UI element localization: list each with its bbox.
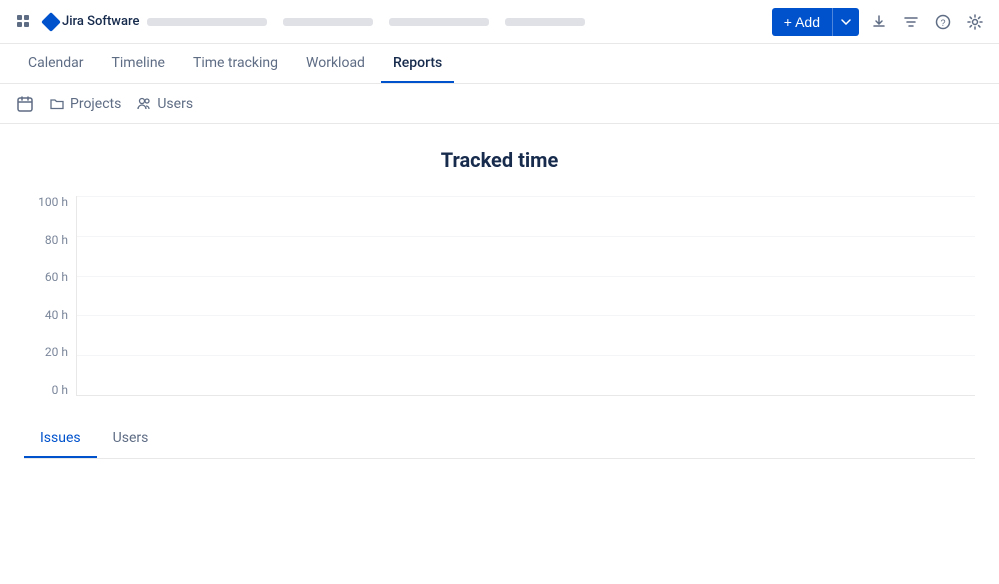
download-button[interactable] (867, 10, 891, 34)
nav-placeholder-3 (389, 18, 489, 26)
chart-title: Tracked time (24, 148, 975, 172)
y-label-20h: 20 h (32, 346, 68, 358)
nav-placeholder-1 (147, 18, 267, 26)
grid-line-100 (77, 196, 975, 197)
chart-area: 0 h 20 h 40 h 60 h 80 h 100 h (24, 196, 975, 396)
settings-button[interactable] (963, 10, 987, 34)
tab-reports[interactable]: Reports (381, 44, 454, 83)
tab-users[interactable]: Users (97, 420, 165, 458)
sub-bar: Projects Users (0, 84, 999, 124)
download-icon (871, 14, 887, 30)
grid-line-40 (77, 315, 975, 316)
app-name: Jira Software (62, 14, 139, 29)
grid-icon (16, 14, 32, 30)
tab-timeline[interactable]: Timeline (100, 44, 177, 83)
grid-line-80 (77, 236, 975, 237)
filter-icon (903, 14, 919, 30)
folder-icon (50, 97, 64, 111)
y-axis: 0 h 20 h 40 h 60 h 80 h 100 h (32, 196, 76, 396)
top-bar-left: Jira Software (12, 10, 764, 34)
grid-menu-button[interactable] (12, 10, 36, 34)
nav-placeholder-4 (505, 18, 585, 26)
projects-filter[interactable]: Projects (50, 92, 121, 116)
tab-issues[interactable]: Issues (24, 420, 97, 458)
users-icon (137, 97, 151, 111)
add-button-group: + Add (772, 8, 859, 36)
settings-icon (967, 14, 983, 30)
nav-placeholders (147, 18, 763, 26)
grid-line-60 (77, 276, 975, 277)
calendar-icon-button[interactable] (16, 95, 34, 113)
calendar-icon (16, 95, 34, 113)
chart-plot (76, 196, 975, 396)
users-label: Users (157, 96, 193, 112)
svg-text:?: ? (940, 18, 945, 28)
users-filter[interactable]: Users (137, 92, 193, 116)
chevron-down-icon (841, 19, 851, 25)
tab-calendar[interactable]: Calendar (16, 44, 96, 83)
y-label-100h: 100 h (32, 196, 68, 208)
tab-time-tracking[interactable]: Time tracking (181, 44, 290, 83)
help-button[interactable]: ? (931, 10, 955, 34)
add-button-dropdown[interactable] (832, 8, 859, 36)
tab-workload[interactable]: Workload (294, 44, 377, 83)
filter-button[interactable] (899, 10, 923, 34)
projects-label: Projects (70, 96, 121, 112)
content-area: Tracked time 0 h 20 h 40 h 60 h 80 h 100… (0, 124, 999, 459)
nav-placeholder-2 (283, 18, 373, 26)
y-label-40h: 40 h (32, 309, 68, 321)
y-label-0h: 0 h (32, 384, 68, 396)
jira-logo-icon (41, 12, 61, 32)
top-bar-right: + Add ? (772, 8, 987, 36)
grid-line-20 (77, 355, 975, 356)
main-nav: Calendar Timeline Time tracking Workload… (0, 44, 999, 84)
top-bar: Jira Software + Add (0, 0, 999, 44)
logo-area[interactable]: Jira Software (44, 14, 139, 29)
y-label-80h: 80 h (32, 234, 68, 246)
bottom-tabs: Issues Users (24, 420, 975, 459)
add-button[interactable]: + Add (772, 8, 832, 36)
y-label-60h: 60 h (32, 271, 68, 283)
help-icon: ? (935, 14, 951, 30)
